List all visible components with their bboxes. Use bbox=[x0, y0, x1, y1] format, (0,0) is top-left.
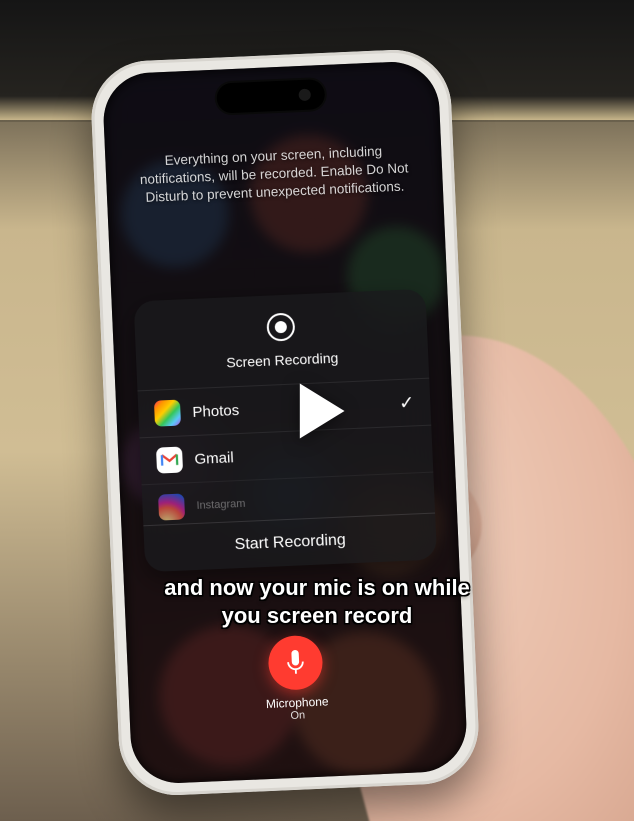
checkmark-icon: ✓ bbox=[399, 392, 415, 414]
microphone-icon bbox=[284, 649, 307, 676]
option-label: Gmail bbox=[194, 449, 234, 468]
option-label: Instagram bbox=[196, 498, 245, 512]
option-label: Photos bbox=[192, 401, 239, 420]
recording-warning-text: Everything on your screen, including not… bbox=[135, 141, 413, 208]
play-icon bbox=[274, 368, 360, 454]
video-frame: Everything on your screen, including not… bbox=[0, 0, 634, 821]
photos-app-icon bbox=[154, 400, 181, 427]
dynamic-island bbox=[216, 79, 325, 114]
microphone-button[interactable] bbox=[267, 635, 323, 691]
instagram-app-icon bbox=[158, 493, 185, 520]
caption-line-2: you screen record bbox=[222, 603, 413, 628]
gmail-app-icon bbox=[156, 447, 183, 474]
video-caption: and now your mic is on while you screen … bbox=[0, 574, 634, 631]
caption-line-1: and now your mic is on while bbox=[164, 575, 470, 600]
microphone-toggle-group: Microphone On bbox=[126, 628, 465, 729]
video-play-button[interactable] bbox=[274, 368, 360, 454]
record-icon bbox=[266, 312, 295, 341]
